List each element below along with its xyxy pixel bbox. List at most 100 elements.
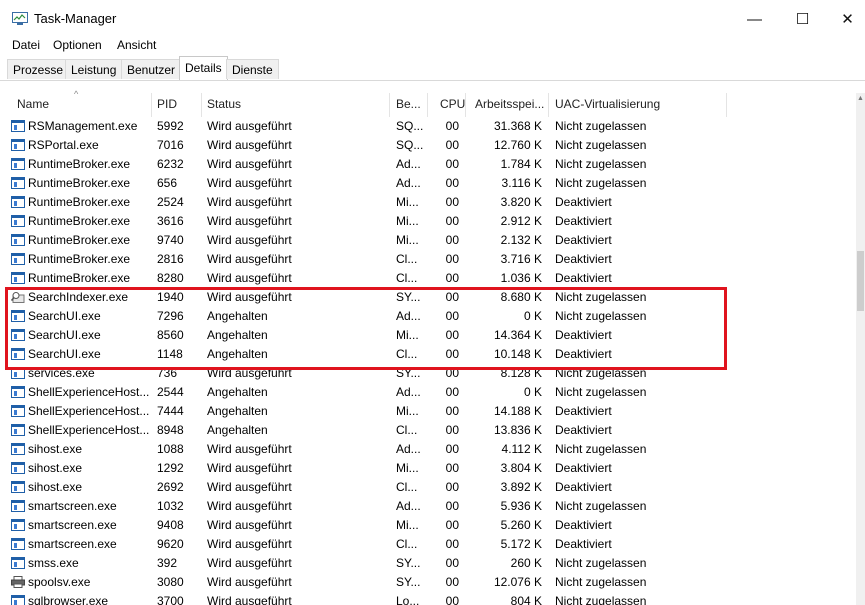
process-icon — [11, 500, 25, 512]
process-pid: 3080 — [157, 575, 184, 589]
process-name: RuntimeBroker.exe — [28, 195, 131, 209]
process-uac: Deaktiviert — [555, 518, 612, 532]
column-divider[interactable] — [465, 93, 466, 117]
table-row[interactable]: smartscreen.exe 1032 Wird ausgeführt Ad... 0… — [0, 497, 856, 516]
process-name: RuntimeBroker.exe — [28, 233, 131, 247]
process-icon — [11, 386, 25, 398]
maximize-button[interactable]: ☐ — [780, 0, 825, 38]
process-user: Mi... — [396, 195, 419, 209]
column-divider[interactable] — [151, 93, 152, 117]
process-name: ShellExperienceHost... — [28, 385, 150, 399]
column-divider[interactable] — [548, 93, 549, 117]
column-memory[interactable]: Arbeitsspei... — [475, 97, 544, 111]
process-status: Wird ausgeführt — [207, 214, 292, 228]
column-divider[interactable] — [726, 93, 727, 117]
process-uac: Deaktiviert — [555, 252, 612, 266]
column-divider[interactable] — [389, 93, 390, 117]
process-uac: Nicht zugelassen — [555, 594, 647, 605]
table-row[interactable]: smss.exe 392 Wird ausgeführt SY... 00 260 K Ni… — [0, 554, 856, 573]
process-cpu: 00 — [445, 594, 459, 605]
process-icon — [11, 177, 25, 189]
table-row[interactable]: RSManagement.exe 5992 Wird ausgeführt SQ...… — [0, 117, 856, 136]
scrollbar-thumb[interactable] — [857, 251, 864, 311]
table-row[interactable]: smartscreen.exe 9620 Wird ausgeführt Cl... 0… — [0, 535, 856, 554]
process-pid: 6232 — [157, 157, 184, 171]
process-memory: 1.036 K — [500, 271, 542, 285]
process-pid: 8280 — [157, 271, 184, 285]
tab-details[interactable]: Details — [179, 56, 228, 80]
process-status: Wird ausgeführt — [207, 233, 292, 247]
process-status: Wird ausgeführt — [207, 537, 292, 551]
process-status: Wird ausgeführt — [207, 138, 292, 152]
table-row[interactable]: spoolsv.exe 3080 Wird ausgeführt SY... 00 12.… — [0, 573, 856, 592]
table-row[interactable]: RuntimeBroker.exe 3616 Wird ausgeführt Mi..… — [0, 212, 856, 231]
process-cpu: 00 — [445, 537, 459, 551]
table-row[interactable]: RuntimeBroker.exe 9740 Wird ausgeführt Mi..… — [0, 231, 856, 250]
process-cpu: 00 — [445, 138, 459, 152]
menu-datei[interactable]: Datei — [12, 38, 40, 52]
process-pid: 2544 — [157, 385, 184, 399]
process-user: Ad... — [396, 385, 421, 399]
table-row[interactable]: RuntimeBroker.exe 2524 Wird ausgeführt Mi..… — [0, 193, 856, 212]
table-row[interactable]: ShellExperienceHost... 8948 Angehalten Cl..… — [0, 421, 856, 440]
table-row[interactable]: RuntimeBroker.exe 656 Wird ausgeführt Ad...… — [0, 174, 856, 193]
process-memory: 4.112 K — [501, 442, 542, 456]
minimize-button[interactable]: — — [732, 0, 777, 38]
column-cpu[interactable]: CPU — [440, 97, 465, 111]
column-pid[interactable]: PID — [157, 97, 177, 111]
process-name: RuntimeBroker.exe — [28, 176, 131, 190]
table-row[interactable]: ShellExperienceHost... 2544 Angehalten Ad..… — [0, 383, 856, 402]
process-user: Cl... — [396, 480, 418, 494]
table-row[interactable]: RuntimeBroker.exe 8280 Wird ausgeführt Cl..… — [0, 269, 856, 288]
tab-dienste[interactable]: Dienste — [226, 59, 279, 79]
vertical-scrollbar[interactable]: ▲ — [856, 93, 865, 605]
tab-benutzer[interactable]: Benutzer — [121, 59, 182, 79]
printer-icon — [11, 576, 25, 588]
process-icon — [11, 462, 25, 474]
process-name: smartscreen.exe — [28, 499, 117, 513]
process-icon — [11, 196, 25, 208]
process-name: RuntimeBroker.exe — [28, 271, 131, 285]
process-name: sihost.exe — [28, 461, 83, 475]
process-user: Cl... — [396, 423, 418, 437]
process-uac: Nicht zugelassen — [555, 442, 647, 456]
process-memory: 3.804 K — [500, 461, 542, 475]
table-row[interactable]: RSPortal.exe 7016 Wird ausgeführt SQ... 00 12… — [0, 136, 856, 155]
menu-ansicht[interactable]: Ansicht — [117, 38, 156, 52]
table-row[interactable]: ShellExperienceHost... 7444 Angehalten Mi..… — [0, 402, 856, 421]
table-row[interactable]: RuntimeBroker.exe 2816 Wird ausgeführt Cl..… — [0, 250, 856, 269]
process-pid: 2816 — [157, 252, 184, 266]
process-memory: 31.368 K — [493, 119, 542, 133]
column-uac[interactable]: UAC-Virtualisierung — [555, 97, 660, 111]
process-icon — [11, 405, 25, 417]
process-user: Ad... — [396, 442, 421, 456]
column-divider[interactable] — [201, 93, 202, 117]
process-status: Wird ausgeführt — [207, 461, 292, 475]
process-memory: 1.784 K — [500, 157, 542, 171]
process-memory: 14.188 K — [493, 404, 542, 418]
table-row[interactable]: sihost.exe 1292 Wird ausgeführt Mi... 00 3.80… — [0, 459, 856, 478]
process-uac: Nicht zugelassen — [555, 385, 647, 399]
process-user: SY... — [396, 556, 421, 570]
process-icon — [11, 481, 25, 493]
tab-prozesse[interactable]: Prozesse — [7, 59, 70, 79]
process-icon — [11, 234, 25, 246]
column-divider[interactable] — [427, 93, 428, 117]
table-row[interactable]: smartscreen.exe 9408 Wird ausgeführt Mi... 0… — [0, 516, 856, 535]
column-name[interactable]: Name — [17, 97, 49, 111]
table-row[interactable]: RuntimeBroker.exe 6232 Wird ausgeführt Ad..… — [0, 155, 856, 174]
close-button[interactable]: ✕ — [825, 0, 865, 38]
window-title: Task-Manager — [34, 11, 117, 26]
scroll-up-icon[interactable]: ▲ — [856, 95, 865, 102]
process-cpu: 00 — [445, 385, 459, 399]
column-status[interactable]: Status — [207, 97, 241, 111]
process-uac: Deaktiviert — [555, 214, 612, 228]
table-row[interactable]: sihost.exe 1088 Wird ausgeführt Ad... 00 4.11… — [0, 440, 856, 459]
table-row[interactable]: sqlbrowser.exe 3700 Wird ausgeführt Lo... 00… — [0, 592, 856, 605]
menu-optionen[interactable]: Optionen — [53, 38, 102, 52]
process-user: Ad... — [396, 157, 421, 171]
table-row[interactable]: sihost.exe 2692 Wird ausgeführt Cl... 00 3.89… — [0, 478, 856, 497]
process-uac: Deaktiviert — [555, 480, 612, 494]
tab-leistung[interactable]: Leistung — [65, 59, 123, 79]
column-user[interactable]: Be... — [396, 97, 421, 111]
